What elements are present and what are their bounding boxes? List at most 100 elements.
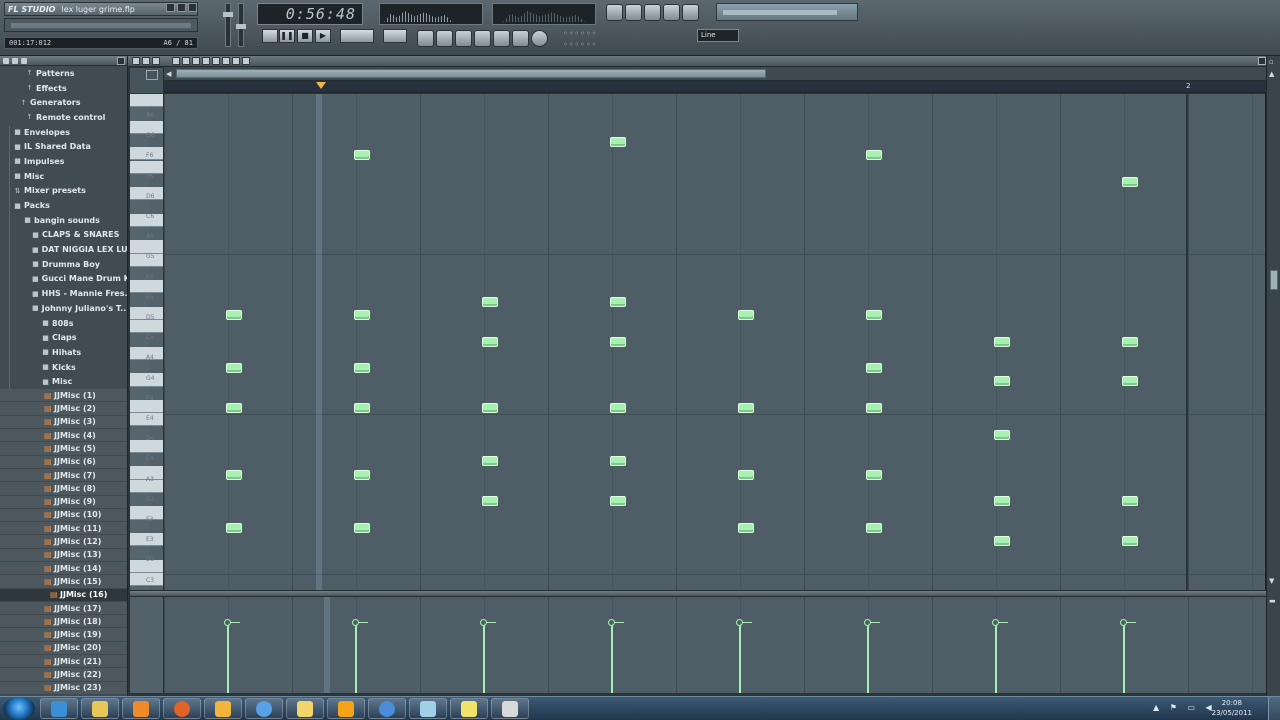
song-position-display[interactable]: 0:56:48 <box>257 3 363 25</box>
browser-file[interactable]: ▤ JJMisc (9) <box>0 495 127 509</box>
browser-file[interactable]: ▤ JJMisc (20) <box>0 641 127 656</box>
browser-folder[interactable]: ■ Claps <box>0 330 127 345</box>
browser-file[interactable]: ▤ JJMisc (4) <box>0 429 127 443</box>
start-button[interactable] <box>3 697 35 720</box>
event-editor-splitter[interactable] <box>130 590 1266 597</box>
velocity-editor[interactable] <box>164 597 1266 693</box>
arrow-right-icon[interactable] <box>12 58 18 64</box>
browser-folder[interactable]: ■ Impulses <box>0 154 127 169</box>
scroll-left-icon[interactable]: ◀ <box>166 70 171 78</box>
horizontal-scrollbar[interactable]: ◀ <box>164 67 1266 81</box>
scroll-thumb[interactable] <box>1270 270 1278 290</box>
midi-note[interactable] <box>866 309 882 320</box>
scroll-thumb[interactable] <box>176 69 766 78</box>
maximize-icon[interactable] <box>177 3 186 12</box>
browser-folder[interactable]: ■ Drumma Boy <box>0 257 127 272</box>
snap-mode-select[interactable]: Line <box>697 29 739 42</box>
midi-note[interactable] <box>738 309 754 320</box>
browser-file[interactable]: ▤ JJMisc (22) <box>0 668 127 682</box>
piano-roll-icon[interactable] <box>644 4 661 21</box>
note-grid[interactable] <box>164 94 1266 590</box>
browser-folder[interactable]: ↑ Effects <box>0 81 127 96</box>
midi-note[interactable] <box>994 496 1010 507</box>
firefox-icon[interactable] <box>163 698 201 719</box>
midi-note[interactable] <box>994 336 1010 347</box>
midi-note[interactable] <box>354 403 370 413</box>
midi-note[interactable] <box>866 522 882 533</box>
piano-key-black[interactable] <box>130 200 150 214</box>
record-mode-button[interactable] <box>383 29 407 43</box>
piano-key-black[interactable] <box>130 360 150 374</box>
velocity-bar[interactable] <box>483 625 485 693</box>
tools-icon[interactable] <box>491 698 529 719</box>
refresh-icon[interactable] <box>21 58 27 64</box>
play-icon[interactable] <box>242 57 250 65</box>
browser-file[interactable]: ▤ JJMisc (12) <box>0 535 127 549</box>
browser-file[interactable]: ▤ JJMisc (23) <box>0 681 127 695</box>
minimize-icon[interactable] <box>166 3 175 12</box>
browser-file[interactable]: ▤ JJMisc (2) <box>0 402 127 416</box>
midi-note[interactable] <box>482 456 498 467</box>
folder-icon[interactable] <box>286 698 324 719</box>
browser-file[interactable]: ▤ JJMisc (6) <box>0 455 127 469</box>
browser-folder[interactable]: ■ Misc <box>0 169 127 184</box>
loop-record-icon[interactable] <box>493 30 510 47</box>
velocity-bar[interactable] <box>227 625 229 693</box>
delete-icon[interactable] <box>192 57 200 65</box>
midi-note[interactable] <box>1122 536 1138 546</box>
snap-options-row2[interactable]: ◦◦◦◦◦◦ <box>563 40 597 49</box>
midi-note[interactable] <box>994 376 1010 387</box>
midi-note[interactable] <box>866 403 882 413</box>
browser-folder[interactable]: ■ bangin sounds <box>0 213 127 228</box>
app-icon[interactable] <box>409 698 447 719</box>
browser-file[interactable]: ▤ JJMisc (17) <box>0 601 127 616</box>
browser-file[interactable]: ▤ JJMisc (18) <box>0 615 127 629</box>
mixer-icon[interactable] <box>682 4 699 21</box>
menu-arrow-icon[interactable] <box>132 57 140 65</box>
event-target-panel[interactable] <box>130 597 164 693</box>
pattern-song-toggle[interactable] <box>262 29 278 43</box>
velocity-bar[interactable] <box>739 625 741 693</box>
browser-file[interactable]: ▤ JJMisc (8) <box>0 482 127 496</box>
close-icon[interactable] <box>188 3 197 12</box>
browser-file[interactable]: ▤ JJMisc (1) <box>0 389 127 403</box>
midi-note[interactable] <box>610 137 626 147</box>
browser-file[interactable]: ▤ JJMisc (14) <box>0 561 127 576</box>
velocity-bar[interactable] <box>355 625 357 693</box>
midi-note[interactable] <box>1122 376 1138 387</box>
browser-folder[interactable]: ↑ Generators <box>0 95 127 110</box>
playlist-icon[interactable] <box>606 4 623 21</box>
midi-note[interactable] <box>1122 176 1138 187</box>
velocity-bar[interactable] <box>611 625 613 693</box>
browser-folder[interactable]: ■ 808s <box>0 316 127 331</box>
velocity-bar[interactable] <box>1123 625 1125 693</box>
magnet-icon[interactable] <box>142 57 150 65</box>
slice-icon[interactable] <box>212 57 220 65</box>
main-volume-slider[interactable] <box>223 3 233 47</box>
piano-key-white[interactable] <box>130 280 163 294</box>
velocity-bar[interactable] <box>867 625 869 693</box>
tempo-display[interactable] <box>340 29 374 43</box>
midi-note[interactable] <box>482 296 498 307</box>
clock[interactable]: 20:08 23/05/2011 <box>1212 698 1252 718</box>
notes-icon[interactable] <box>450 698 488 719</box>
midi-note[interactable] <box>610 296 626 307</box>
browser-icon[interactable] <box>663 4 680 21</box>
browser-file[interactable]: ▤ JJMisc (21) <box>0 655 127 669</box>
browser-folder[interactable]: ⇅ Mixer presets <box>0 184 127 199</box>
stop-button[interactable]: ■ <box>297 29 313 43</box>
media-player-icon[interactable] <box>122 698 160 719</box>
midi-note[interactable] <box>354 309 370 320</box>
midi-note[interactable] <box>738 403 754 413</box>
browser-folder[interactable]: ■ HHS - Mannie Fres... <box>0 286 127 301</box>
midi-note[interactable] <box>354 363 370 374</box>
midi-note[interactable] <box>1122 496 1138 507</box>
browser-file[interactable]: ▤ JJMisc (16) <box>0 588 127 602</box>
scroll-up-icon[interactable]: ▲ <box>1269 70 1274 78</box>
online-news-bar[interactable] <box>716 3 858 21</box>
browser-folder[interactable]: ■ IL Shared Data <box>0 139 127 154</box>
play-button[interactable]: ▶ <box>315 29 331 43</box>
browser-folder[interactable]: ■ Johnny Juliano's T... <box>0 301 127 316</box>
snap-options[interactable]: ◦◦◦◦◦◦ <box>563 29 597 38</box>
step-edit-icon[interactable] <box>455 30 472 47</box>
